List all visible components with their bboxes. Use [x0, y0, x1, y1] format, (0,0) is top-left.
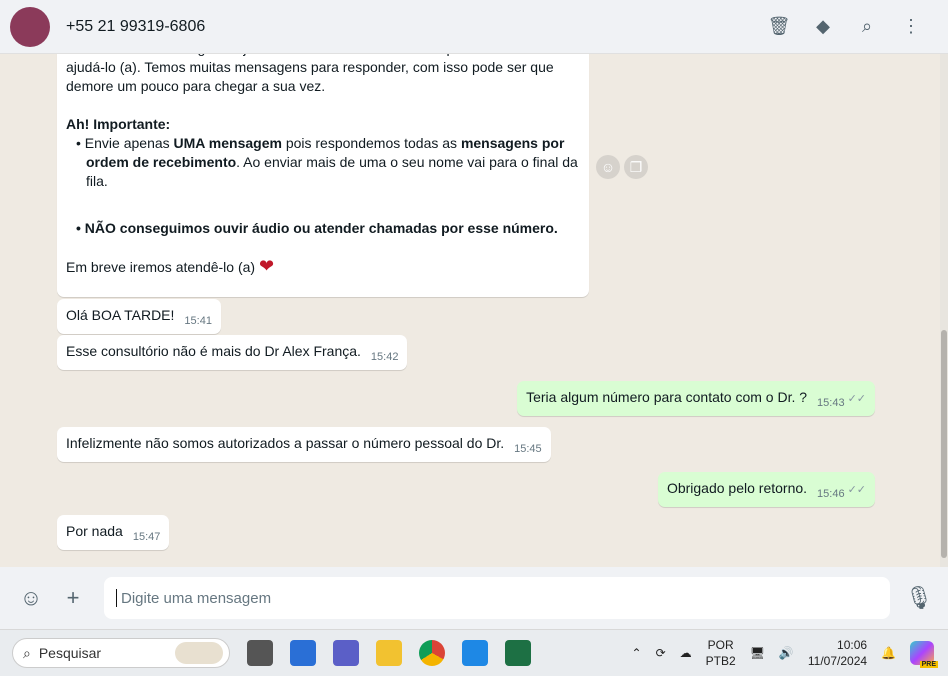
more-vertical-icon[interactable]: ⋮ — [900, 16, 922, 38]
message-in: Por nada 15:47 — [57, 515, 170, 550]
chat-header: +55 21 99319-6806 🗑 ◆ ⌕ ⋮ — [0, 0, 948, 54]
chrome-icon[interactable] — [419, 640, 445, 666]
search-icon: ⌕ — [23, 644, 31, 661]
volume-icon[interactable]: 🔊 — [779, 646, 794, 660]
message-line: ajudá-lo (a). Temos muitas mensagens par… — [66, 59, 554, 75]
message-text: Infelizmente não somos autorizados a pas… — [66, 435, 505, 451]
double-check-icon: ✓✓ — [847, 484, 866, 496]
text: 10:06 — [837, 638, 868, 652]
message-list: Ao enviar sua mensagem seja claro e fale… — [0, 40, 940, 567]
message-time: 15:42 — [370, 351, 399, 363]
text: NÃO conseguimos ouvir áudio ou atender c… — [84, 220, 558, 236]
sync-icon[interactable]: ⟳ — [656, 646, 666, 660]
taskbar: ⌕ Pesquisar ⌃ ⟳ ☁ POR PTB2 🖥 🔊 10:06 11/07/… — [0, 629, 948, 676]
bell-icon[interactable]: 🔔 — [881, 646, 896, 660]
scrollbar-thumb[interactable] — [941, 330, 947, 558]
copilot-icon[interactable]: PRE — [910, 641, 938, 668]
message-text: Esse consultório não é mais do Dr Alex F… — [66, 343, 361, 359]
language-indicator[interactable]: POR PTB2 — [706, 637, 736, 669]
label-icon[interactable]: ◆ — [812, 16, 834, 38]
text: Envie apenas — [84, 135, 174, 151]
message-time: 15:45 — [514, 443, 542, 455]
message-in: Infelizmente não somos autorizados a pas… — [57, 427, 551, 462]
store-icon[interactable] — [290, 640, 316, 666]
message-time: 14:59 — [553, 40, 581, 293]
task-view-icon[interactable] — [247, 640, 273, 666]
text: pois respondemos todas as — [281, 135, 461, 151]
contact-name[interactable]: +55 21 99319-6806 — [66, 18, 205, 36]
forward-icon[interactable]: ❐ — [624, 155, 648, 179]
message-time: 15:41 — [184, 315, 212, 327]
bullet-2: • NÃO conseguimos ouvir áudio ou atender… — [76, 220, 558, 236]
message-out: Teria algum número para contato com o Dr… — [517, 381, 875, 416]
text: 11/07/2024 — [807, 654, 868, 668]
closing: Em breve iremos atendê-lo (a) ❤ — [66, 257, 580, 277]
microphone-icon[interactable]: 🎙 — [904, 585, 934, 611]
message-time: 15:46 — [817, 488, 845, 500]
text: UMA mensagem — [173, 135, 282, 151]
trash-icon[interactable]: 🗑 — [768, 16, 791, 38]
message-line: demore um pouco para chegar a sua vez. — [66, 78, 326, 94]
message-text: Obrigado pelo retorno. — [666, 480, 808, 496]
text: PTB2 — [705, 654, 736, 668]
notepad-icon[interactable] — [462, 640, 488, 666]
message-time: 15:47 — [132, 531, 161, 543]
avatar[interactable] — [10, 6, 50, 47]
emoji-icon[interactable]: ☺ — [16, 585, 46, 611]
message-in: Ao enviar sua mensagem seja claro e fale… — [57, 40, 589, 297]
message-in: Olá BOA TARDE! 15:41 — [57, 299, 221, 334]
compose-bar: ☺ + Digite uma mensagem 🎙 — [0, 567, 948, 629]
message-text: Olá BOA TARDE! — [66, 307, 175, 323]
teams-icon[interactable] — [333, 640, 359, 666]
taskbar-search[interactable]: ⌕ Pesquisar — [12, 638, 230, 668]
message-in: Esse consultório não é mais do Dr Alex F… — [57, 335, 408, 370]
badge: PRE — [919, 661, 938, 668]
plus-icon[interactable]: + — [58, 585, 88, 611]
react-emoji-icon[interactable]: ☺ — [596, 155, 620, 179]
text: POR — [707, 638, 734, 652]
double-check-icon: ✓✓ — [847, 393, 866, 405]
network-icon[interactable]: 🖥 — [750, 646, 765, 660]
excel-icon[interactable] — [505, 640, 531, 666]
heart-emoji: ❤ — [258, 256, 275, 276]
input-placeholder: Digite uma mensagem — [121, 589, 272, 607]
message-out: Obrigado pelo retorno. 15:46 ✓✓ — [657, 472, 875, 507]
message-time: 15:43 — [817, 397, 845, 409]
search-icon[interactable]: ⌕ — [856, 16, 878, 38]
message-input[interactable]: Digite uma mensagem — [104, 577, 890, 619]
cloud-off-icon[interactable]: ☁ — [680, 646, 692, 660]
message-text: Teria algum número para contato com o Dr… — [526, 389, 808, 405]
message-text: Por nada — [66, 523, 123, 539]
clock[interactable]: 10:06 11/07/2024 — [808, 637, 867, 669]
file-explorer-icon[interactable] — [376, 640, 402, 666]
search-label: Pesquisar — [38, 645, 102, 661]
scrollbar[interactable] — [940, 54, 948, 567]
text: Em breve iremos atendê-lo (a) — [66, 259, 256, 275]
chevron-up-icon[interactable]: ⌃ — [632, 646, 642, 660]
briefcase-icon — [175, 642, 223, 664]
bullet-1: • Envie apenas UMA mensagem pois respond… — [76, 135, 578, 189]
important-heading: Ah! Importante: — [66, 116, 171, 132]
